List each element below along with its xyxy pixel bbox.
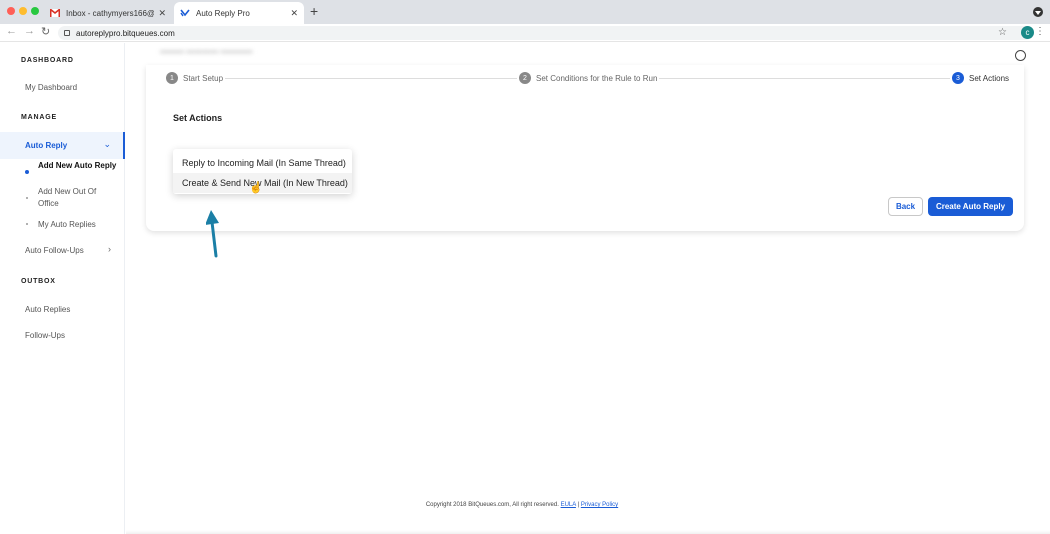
tab-title: Auto Reply Pro [196, 8, 250, 18]
step-label: Start Setup [183, 73, 224, 83]
bookmark-star-icon[interactable]: ☆ [998, 27, 1007, 38]
tab-auto-reply-pro[interactable]: Auto Reply Pro ✕ [174, 2, 304, 24]
browser-menu-icon[interactable]: ⋮ [1035, 26, 1045, 37]
sidebar-item-outbox-auto-replies[interactable]: Auto Replies [25, 305, 70, 314]
back-button[interactable]: Back [888, 197, 923, 216]
sidebar-item-label: Auto Reply [25, 141, 68, 150]
browser-tab-bar: Inbox - cathymyers166@gmail. ✕ Auto Repl… [0, 0, 1050, 24]
maximize-window-button[interactable] [31, 7, 39, 15]
step-label: Set Conditions for the Rule to Run [536, 73, 658, 83]
annotation-arrow-icon [206, 210, 219, 258]
wizard-card: 1 Start Setup 2 Set Conditions for the R… [146, 65, 1024, 258]
step-2[interactable]: 2 Set Conditions for the Rule to Run [517, 72, 660, 84]
account-circle-icon[interactable] [1015, 50, 1026, 61]
step-number: 3 [952, 72, 964, 84]
profile-avatar[interactable]: c [1021, 26, 1034, 39]
step-number: 1 [166, 72, 178, 84]
reload-icon[interactable]: ↻ [41, 25, 50, 38]
tab-gmail-inbox[interactable]: Inbox - cathymyers166@gmail. ✕ [44, 2, 172, 24]
bottom-shadow [126, 530, 1050, 534]
tab-title: Inbox - cathymyers166@gmail. [66, 8, 155, 18]
browser-toolbar: ← → ↻ autoreplypro.bitqueues.com ☆ c ⋮ [0, 24, 1050, 42]
chevron-down-icon: ⌄ [103, 139, 111, 149]
eula-link[interactable]: EULA [561, 502, 576, 508]
sidebar-section-outbox: OUTBOX [21, 278, 56, 285]
hand-cursor-icon: ☝ [249, 182, 263, 194]
close-window-button[interactable] [7, 7, 15, 15]
dropdown-option-reply-same-thread[interactable]: Reply to Incoming Mail (In Same Thread) [173, 153, 352, 173]
step-number: 2 [519, 72, 531, 84]
autoreply-icon [180, 9, 190, 17]
sidebar-section-manage: MANAGE [21, 114, 57, 121]
footer: Copyright 2018 BitQueues.com, All right … [126, 502, 918, 508]
address-bar[interactable]: autoreplypro.bitqueues.com ☆ [58, 26, 1033, 40]
tab-search-icon[interactable] [1033, 7, 1043, 17]
active-bullet-icon [25, 170, 29, 174]
back-arrow-icon[interactable]: ← [6, 25, 17, 37]
step-3[interactable]: 3 Set Actions [950, 72, 1012, 84]
stepper: 1 Start Setup 2 Set Conditions for the R… [164, 72, 1012, 84]
sidebar-subitem-add-new-auto-reply[interactable]: Add New Auto Reply [38, 160, 118, 172]
sidebar-item-auto-reply[interactable]: Auto Reply ⌄ [0, 132, 125, 159]
forward-arrow-icon[interactable]: → [24, 25, 35, 37]
sidebar-item-outbox-follow-ups[interactable]: Follow-Ups [25, 331, 65, 340]
sidebar-section-dashboard: DASHBOARD [21, 57, 74, 64]
sidebar-subitem-my-auto-replies[interactable]: My Auto Replies [38, 219, 118, 231]
bullet-icon [26, 223, 28, 225]
copyright-text: Copyright 2018 BitQueues.com, All right … [425, 502, 559, 508]
sidebar-item-auto-follow-ups[interactable]: Auto Follow-Ups [25, 246, 84, 255]
bullet-icon [26, 197, 28, 199]
minimize-window-button[interactable] [19, 7, 27, 15]
step-1[interactable]: 1 Start Setup [164, 72, 226, 84]
sidebar-subitem-add-new-out-of-office[interactable]: Add New Out Of Office [38, 186, 118, 210]
gmail-icon [50, 9, 60, 17]
privacy-policy-link[interactable]: Privacy Policy [581, 502, 618, 508]
blurred-header: ▬▬▬ ▬▬▬▬ ▬▬▬▬ [160, 46, 253, 55]
section-title: Set Actions [173, 113, 223, 123]
sidebar: DASHBOARD My Dashboard MANAGE Auto Reply… [0, 43, 125, 534]
url-text: autoreplypro.bitqueues.com [76, 28, 175, 38]
footer-separator: | [577, 502, 580, 508]
create-auto-reply-button[interactable]: Create Auto Reply [928, 197, 1013, 216]
lock-icon [64, 30, 70, 36]
chevron-right-icon: › [108, 244, 111, 254]
main-content: ▬▬▬ ▬▬▬▬ ▬▬▬▬ 1 Start Setup 2 Set Condit… [126, 43, 1050, 534]
sidebar-item-my-dashboard[interactable]: My Dashboard [25, 83, 77, 92]
close-tab-icon[interactable]: ✕ [290, 8, 298, 19]
new-tab-icon[interactable]: + [310, 3, 318, 19]
close-tab-icon[interactable]: ✕ [158, 8, 166, 19]
step-label: Set Actions [969, 73, 1010, 83]
